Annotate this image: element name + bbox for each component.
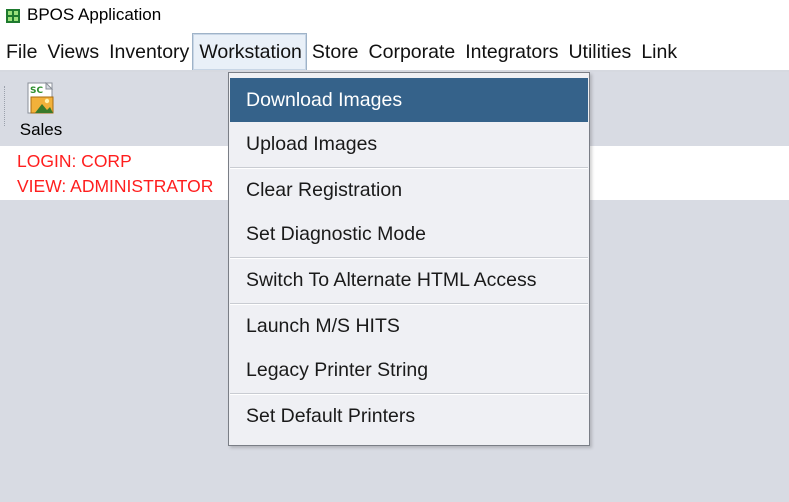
menu-integrators[interactable]: Integrators bbox=[459, 34, 562, 70]
title-bar: BPOS Application bbox=[0, 0, 789, 32]
menu-corporate[interactable]: Corporate bbox=[363, 34, 460, 70]
menu-utilities[interactable]: Utilities bbox=[562, 34, 635, 70]
sales-icon: SC bbox=[27, 82, 54, 114]
sales-label: Sales bbox=[19, 120, 63, 139]
menu-item-legacy-printer-string[interactable]: Legacy Printer String bbox=[230, 348, 588, 392]
login-status: LOGIN: CORP bbox=[17, 151, 132, 171]
menu-link[interactable]: Link bbox=[635, 34, 681, 70]
toolbar-grip[interactable] bbox=[4, 86, 6, 126]
menu-inventory[interactable]: Inventory bbox=[103, 34, 193, 70]
menu-views[interactable]: Views bbox=[41, 34, 103, 70]
sales-icon-text: SC bbox=[30, 86, 43, 96]
menu-bar: File Views Inventory Workstation Store C… bbox=[0, 33, 789, 71]
window-title: BPOS Application bbox=[27, 5, 162, 24]
menu-item-upload-images[interactable]: Upload Images bbox=[230, 122, 588, 166]
menu-item-clear-registration[interactable]: Clear Registration bbox=[230, 168, 588, 212]
menu-item-set-default-printers[interactable]: Set Default Printers bbox=[230, 394, 588, 438]
menu-store[interactable]: Store bbox=[306, 34, 363, 70]
app-window: BPOS Application File Views Inventory Wo… bbox=[0, 0, 789, 502]
app-icon bbox=[6, 9, 20, 23]
menu-file[interactable]: File bbox=[0, 34, 41, 70]
view-status: VIEW: ADMINISTRATOR bbox=[17, 176, 214, 196]
sales-button[interactable]: SC Sales bbox=[10, 80, 72, 144]
menu-item-set-diagnostic-mode[interactable]: Set Diagnostic Mode bbox=[230, 212, 588, 256]
menu-workstation[interactable]: Workstation bbox=[192, 33, 307, 71]
menu-item-switch-html-access[interactable]: Switch To Alternate HTML Access bbox=[230, 258, 588, 302]
menu-item-launch-ms-hits[interactable]: Launch M/S HITS bbox=[230, 304, 588, 348]
workstation-dropdown: Download Images Upload Images Clear Regi… bbox=[228, 72, 590, 446]
menu-item-download-images[interactable]: Download Images bbox=[230, 78, 588, 122]
